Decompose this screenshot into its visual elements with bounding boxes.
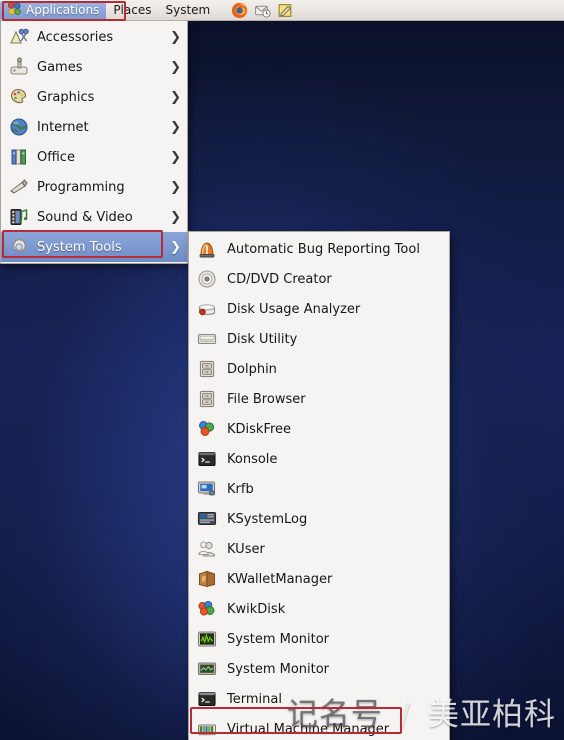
submenu-item-ksystemlog[interactable]: KSystemLog xyxy=(189,504,449,534)
submenu-item-label: KWalletManager xyxy=(227,571,333,587)
menu-item-graphics[interactable]: Graphics ❯ xyxy=(1,82,187,112)
virt-manager-icon xyxy=(196,718,218,740)
submenu-item-cd-dvd-creator[interactable]: CD/DVD Creator xyxy=(189,264,449,294)
menu-item-label: Programming xyxy=(37,179,125,195)
submenu-item-kwalletmanager[interactable]: KWalletManager xyxy=(189,564,449,594)
submenu-item-kdiskfree[interactable]: KDiskFree xyxy=(189,414,449,444)
firefox-launcher-icon[interactable] xyxy=(231,2,248,19)
menu-item-system-tools[interactable]: System Tools ❯ xyxy=(1,232,187,262)
submenu-item-dolphin[interactable]: Dolphin xyxy=(189,354,449,384)
submenu-item-krfb[interactable]: Krfb xyxy=(189,474,449,504)
submenu-item-label: Konsole xyxy=(227,451,278,467)
top-panel: Applications Places System xyxy=(0,0,564,21)
submenu-item-label: KDiskFree xyxy=(227,421,292,437)
submenu-item-label: System Monitor xyxy=(227,631,330,647)
submenu-item-virtual-machine-manager[interactable]: Virtual Machine Manager xyxy=(189,714,449,740)
menu-item-label: Accessories xyxy=(37,29,114,45)
submenu-item-system-monitor-gnome[interactable]: System Monitor xyxy=(189,654,449,684)
panel-menu-label: System xyxy=(165,3,211,17)
chevron-right-icon: ❯ xyxy=(170,59,181,75)
system-monitor-gnome-icon xyxy=(196,658,218,680)
submenu-item-label: File Browser xyxy=(227,391,306,407)
menu-item-internet[interactable]: Internet ❯ xyxy=(1,112,187,142)
menu-item-label: Games xyxy=(37,59,83,75)
chevron-right-icon: ❯ xyxy=(170,149,181,165)
abrt-icon xyxy=(196,238,218,260)
submenu-item-label: Krfb xyxy=(227,481,254,497)
submenu-item-label: CD/DVD Creator xyxy=(227,271,332,287)
submenu-item-label: Disk Usage Analyzer xyxy=(227,301,361,317)
submenu-item-label: KUser xyxy=(227,541,265,557)
menu-item-label: Internet xyxy=(37,119,89,135)
chevron-right-icon: ❯ xyxy=(170,89,181,105)
menu-item-office[interactable]: Office ❯ xyxy=(1,142,187,172)
menu-item-label: Office xyxy=(37,149,75,165)
menu-item-label: System Tools xyxy=(37,239,122,255)
submenu-item-label: Disk Utility xyxy=(227,331,298,347)
submenu-item-label: KwikDisk xyxy=(227,601,286,617)
applications-menu: Accessories ❯ Games ❯ Graphics ❯ Interne… xyxy=(0,21,188,264)
office-icon xyxy=(8,146,30,168)
panel-menu-label: Places xyxy=(113,3,152,17)
accessories-icon xyxy=(8,26,30,48)
kdiskfree-icon xyxy=(196,418,218,440)
kwikdisk-icon xyxy=(196,598,218,620)
programming-icon xyxy=(8,176,30,198)
submenu-item-kuser[interactable]: KUser xyxy=(189,534,449,564)
submenu-item-kwikdisk[interactable]: KwikDisk xyxy=(189,594,449,624)
disk-usage-analyzer-icon xyxy=(196,298,218,320)
krfb-icon xyxy=(196,478,218,500)
panel-menu-label: Applications xyxy=(26,3,100,17)
chevron-right-icon: ❯ xyxy=(170,239,181,255)
submenu-item-file-browser[interactable]: File Browser xyxy=(189,384,449,414)
panel-menu-places[interactable]: Places xyxy=(106,1,158,20)
disk-utility-icon xyxy=(196,328,218,350)
applications-icon xyxy=(7,1,22,19)
menu-item-label: Graphics xyxy=(37,89,95,105)
menu-item-sound-video[interactable]: Sound & Video ❯ xyxy=(1,202,187,232)
menu-item-programming[interactable]: Programming ❯ xyxy=(1,172,187,202)
text-editor-launcher-icon[interactable] xyxy=(277,2,294,19)
system-tools-icon xyxy=(8,236,30,258)
panel-menu-applications[interactable]: Applications xyxy=(0,0,107,20)
system-tools-submenu: Automatic Bug Reporting Tool CD/DVD Crea… xyxy=(188,231,450,740)
submenu-item-konsole[interactable]: Konsole xyxy=(189,444,449,474)
chevron-right-icon: ❯ xyxy=(170,179,181,195)
file-browser-icon xyxy=(196,388,218,410)
konsole-icon xyxy=(196,448,218,470)
terminal-icon xyxy=(196,688,218,710)
menu-item-label: Sound & Video xyxy=(37,209,133,225)
kwalletmanager-icon xyxy=(196,568,218,590)
submenu-item-terminal[interactable]: Terminal xyxy=(189,684,449,714)
submenu-item-label: Virtual Machine Manager xyxy=(227,721,390,737)
submenu-item-label: System Monitor xyxy=(227,661,330,677)
evolution-launcher-icon[interactable] xyxy=(254,2,271,19)
chevron-right-icon: ❯ xyxy=(170,119,181,135)
submenu-item-label: Automatic Bug Reporting Tool xyxy=(227,241,420,257)
sound-video-icon xyxy=(8,206,30,228)
submenu-item-label: KSystemLog xyxy=(227,511,308,527)
cd-dvd-creator-icon xyxy=(196,268,218,290)
system-monitor-kde-icon xyxy=(196,628,218,650)
submenu-item-automatic-bug-reporting-tool[interactable]: Automatic Bug Reporting Tool xyxy=(189,234,449,264)
submenu-item-disk-utility[interactable]: Disk Utility xyxy=(189,324,449,354)
submenu-item-disk-usage-analyzer[interactable]: Disk Usage Analyzer xyxy=(189,294,449,324)
panel-menu-system[interactable]: System xyxy=(158,1,217,20)
ksystemlog-icon xyxy=(196,508,218,530)
menu-item-games[interactable]: Games ❯ xyxy=(1,52,187,82)
kuser-icon xyxy=(196,538,218,560)
dolphin-icon xyxy=(196,358,218,380)
games-icon xyxy=(8,56,30,78)
menu-item-accessories[interactable]: Accessories ❯ xyxy=(1,22,187,52)
panel-launchers xyxy=(231,2,294,19)
chevron-right-icon: ❯ xyxy=(170,209,181,225)
chevron-right-icon: ❯ xyxy=(170,29,181,45)
submenu-item-system-monitor-kde[interactable]: System Monitor xyxy=(189,624,449,654)
submenu-item-label: Dolphin xyxy=(227,361,277,377)
submenu-item-label: Terminal xyxy=(227,691,282,707)
internet-icon xyxy=(8,116,30,138)
graphics-icon xyxy=(8,86,30,108)
